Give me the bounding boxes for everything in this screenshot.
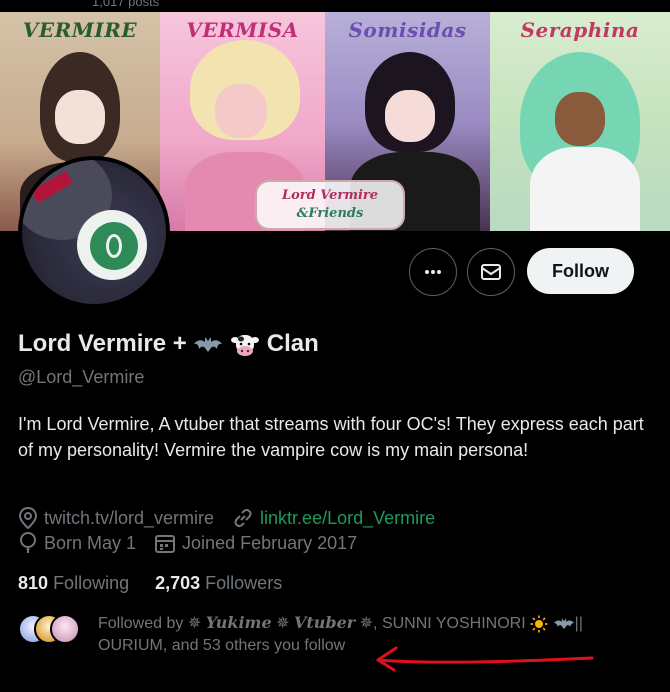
name-suffix: || [574, 615, 583, 632]
follower-name-1: Yukime [205, 613, 272, 632]
panel-title: Somisidas [348, 18, 467, 42]
header-strip: 1,017 posts [0, 0, 670, 12]
bat-icon [553, 617, 574, 629]
follow-button[interactable]: Follow [527, 248, 634, 294]
profile-meta-row-1: twitch.tv/lord_vermire linktr.ee/Lord_Ve… [18, 507, 453, 529]
balloon-icon [20, 532, 36, 553]
followers-label: Followers [205, 573, 283, 593]
character-face [55, 90, 105, 144]
decor-star: ✵ [276, 615, 290, 632]
following-stat[interactable]: 810 Following [18, 573, 129, 594]
display-name: Lord Vermire + Clan [18, 330, 319, 359]
website-link[interactable]: linktr.ee/Lord_Vermire [260, 508, 435, 529]
more-button[interactable] [409, 248, 457, 296]
birthday-text: Born May 1 [44, 532, 137, 553]
location-pin-icon [18, 507, 38, 529]
more-dots-icon [425, 270, 441, 274]
birthday-item: Born May 1 [18, 532, 136, 554]
character-face [555, 92, 605, 146]
panel-title: VERMISA [186, 18, 299, 42]
display-name-suffix: Clan [266, 330, 319, 357]
profile-bio: I'm Lord Vermire, A vtuber that streams … [18, 414, 644, 460]
following-count: 810 [18, 573, 49, 593]
followers-count: 2,703 [155, 573, 201, 593]
display-name-prefix: Lord Vermire + [18, 330, 187, 357]
link-icon [234, 508, 252, 528]
joined-text: Joined February 2017 [182, 532, 358, 553]
annotation-arrow [376, 646, 594, 672]
message-button[interactable] [467, 248, 515, 296]
decor-star: ✵ [359, 615, 374, 632]
character-face [385, 90, 435, 142]
follower-avatar [50, 614, 80, 644]
bat-icon [194, 336, 223, 352]
logo-line-2: &Friends [296, 206, 364, 221]
character-body [530, 147, 640, 231]
cow-icon [231, 334, 260, 356]
calendar-icon [155, 535, 176, 553]
follower-name-1-tag: Vtuber [293, 613, 356, 632]
character-face [215, 84, 267, 138]
logo-line-1: Lord Vermire [281, 188, 379, 203]
decor-star: ✵ [187, 615, 202, 632]
envelope-icon [481, 264, 501, 280]
profile-avatar[interactable] [18, 156, 170, 308]
banner-panel-seraphina: Seraphina [490, 12, 670, 231]
followers-stat[interactable]: 2,703 Followers [155, 573, 282, 594]
panel-title: VERMIRE [22, 18, 138, 42]
website-item[interactable]: linktr.ee/Lord_Vermire [232, 508, 435, 529]
location-item: twitch.tv/lord_vermire [18, 507, 214, 529]
panel-title: Seraphina [520, 18, 640, 42]
profile-handle: @Lord_Vermire [18, 367, 145, 387]
profile-meta-row-2: Born May 1 Joined February 2017 [18, 532, 375, 554]
separator: , [373, 615, 378, 632]
followed-by-suffix: , and 53 others you follow [162, 637, 346, 654]
sun-icon [530, 615, 548, 633]
banner-logo: Lord Vermire &Friends [255, 180, 405, 230]
followed-by-prefix: Followed by [98, 615, 184, 632]
avatar-pupil [106, 234, 122, 258]
post-count: 1,017 posts [92, 0, 160, 9]
follower-name-3: OURIUM [98, 637, 163, 654]
following-label: Following [53, 573, 130, 593]
follower-name-2: SUNNI YOSHINORI [381, 615, 526, 632]
location-text: twitch.tv/lord_vermire [44, 507, 215, 528]
joined-item: Joined February 2017 [154, 532, 357, 554]
follow-stats: 810 Following 2,703 Followers [18, 573, 308, 594]
